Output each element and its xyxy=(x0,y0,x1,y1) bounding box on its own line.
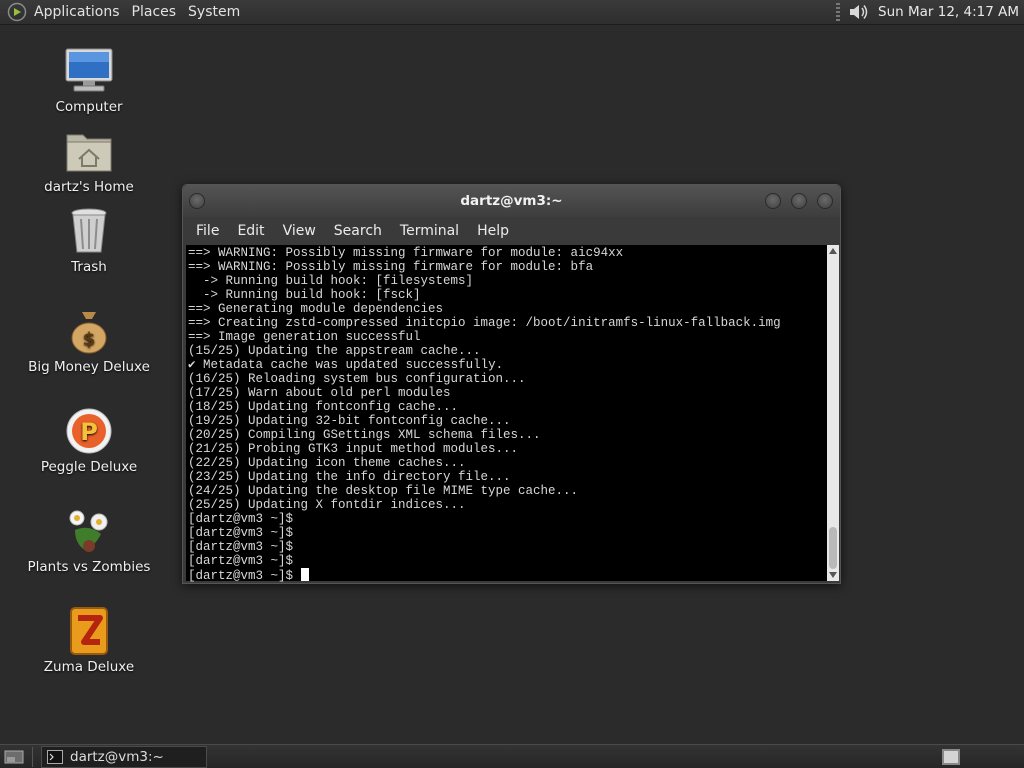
menu-terminal[interactable]: Terminal xyxy=(391,223,468,239)
output-line: ✔ Metadata cache was updated successfull… xyxy=(188,358,504,372)
output-line: ==> Generating module dependencies xyxy=(188,302,444,316)
home-folder-icon xyxy=(63,125,115,177)
text-cursor xyxy=(301,568,310,581)
desktop-icon-home[interactable]: dartz's Home xyxy=(19,125,159,195)
gnome-foot-icon[interactable] xyxy=(6,1,28,23)
peggle-icon: P xyxy=(63,405,115,457)
taskbar-terminal-button[interactable]: dartz@vm3:~ xyxy=(41,745,207,768)
desktop-icon-peggle[interactable]: P Peggle Deluxe xyxy=(19,405,159,475)
panel-tray: Sun Mar 12, 4:17 AM xyxy=(836,0,1024,25)
desktop-icon-label: Big Money Deluxe xyxy=(28,359,150,375)
desktop-icon-label: Zuma Deluxe xyxy=(43,659,135,675)
applications-menu[interactable]: Applications xyxy=(28,0,126,25)
desktop-icon-plants-vs-zombies[interactable]: Plants vs Zombies xyxy=(19,505,159,575)
output-line: -> Running build hook: [fsck] xyxy=(188,288,421,302)
maximize-button[interactable] xyxy=(791,193,807,209)
output-line: [dartz@vm3 ~]$ xyxy=(188,512,294,526)
scroll-up-arrow-icon[interactable] xyxy=(827,245,839,257)
desktop-icon-computer[interactable]: Computer xyxy=(19,45,159,115)
terminal-menubar: File Edit View Search Terminal Help xyxy=(183,217,840,245)
output-line: (25/25) Updating X fontdir indices... xyxy=(188,498,466,512)
output-line: ==> Creating zstd-compressed initcpio im… xyxy=(188,316,781,330)
window-menu-button[interactable] xyxy=(189,193,205,209)
desktop-icon-big-money[interactable]: $ Big Money Deluxe xyxy=(19,305,159,375)
desktop-icon-label: Computer xyxy=(55,99,123,115)
close-button[interactable] xyxy=(817,193,833,209)
trash-icon xyxy=(63,205,115,257)
menu-search[interactable]: Search xyxy=(325,223,391,239)
output-line: (24/25) Updating the desktop file MIME t… xyxy=(188,484,579,498)
computer-icon xyxy=(63,45,115,97)
panel-separator xyxy=(32,746,33,767)
desktop-icon-label: Trash xyxy=(71,259,107,275)
output-line: (15/25) Updating the appstream cache... xyxy=(188,344,481,358)
output-line: ==> WARNING: Possibly missing firmware f… xyxy=(188,260,594,274)
desktop-icon-label: Peggle Deluxe xyxy=(40,459,138,475)
output-line: (17/25) Warn about old perl modules xyxy=(188,386,451,400)
output-line: (19/25) Updating 32-bit fontconfig cache… xyxy=(188,414,511,428)
output-line: (23/25) Updating the info directory file… xyxy=(188,470,511,484)
taskbar-button-label: dartz@vm3:~ xyxy=(70,748,164,765)
prompt-line: [dartz@vm3 ~]$ xyxy=(188,569,294,583)
minimize-button[interactable] xyxy=(765,193,781,209)
terminal-text: ==> WARNING: Possibly missing firmware f… xyxy=(188,246,781,583)
window-title: dartz@vm3:~ xyxy=(460,193,563,209)
menu-edit[interactable]: Edit xyxy=(228,223,273,239)
desktop-icon-label: Plants vs Zombies xyxy=(27,559,151,575)
output-line: (16/25) Reloading system bus configurati… xyxy=(188,372,526,386)
bottom-panel: dartz@vm3:~ xyxy=(0,744,1024,768)
menu-help[interactable]: Help xyxy=(468,223,518,239)
top-panel: Applications Places System Sun Mar 12, 4… xyxy=(0,0,1024,25)
menu-view[interactable]: View xyxy=(274,223,325,239)
terminal-window: dartz@vm3:~ File Edit View Search Termin… xyxy=(182,184,841,584)
output-line: ==> WARNING: Possibly missing firmware f… xyxy=(188,246,624,260)
desktop-icon-trash[interactable]: Trash xyxy=(19,205,159,275)
system-menu[interactable]: System xyxy=(182,0,246,25)
output-line: -> Running build hook: [filesystems] xyxy=(188,274,474,288)
output-line: [dartz@vm3 ~]$ xyxy=(188,526,294,540)
plants-vs-zombies-icon xyxy=(63,505,115,557)
desktop-icon-zuma[interactable]: Zuma Deluxe xyxy=(19,605,159,675)
output-line: (22/25) Updating icon theme caches... xyxy=(188,456,466,470)
output-line: [dartz@vm3 ~]$ xyxy=(188,554,294,568)
output-line: [dartz@vm3 ~]$ xyxy=(188,540,294,554)
terminal-output[interactable]: ==> WARNING: Possibly missing firmware f… xyxy=(186,245,827,583)
show-desktop-icon[interactable] xyxy=(2,746,26,768)
terminal-icon xyxy=(47,749,63,764)
svg-text:P: P xyxy=(80,418,98,446)
output-line: (20/25) Compiling GSettings XML schema f… xyxy=(188,428,541,442)
places-menu[interactable]: Places xyxy=(126,0,183,25)
panel-drag-handle[interactable] xyxy=(836,3,840,21)
clock[interactable]: Sun Mar 12, 4:17 AM xyxy=(878,4,1024,20)
output-line: (18/25) Updating fontconfig cache... xyxy=(188,400,459,414)
scrollbar-thumb[interactable] xyxy=(829,527,837,569)
desktop-icon-label: dartz's Home xyxy=(44,179,134,195)
volume-icon[interactable] xyxy=(848,1,870,23)
workspace-switcher[interactable] xyxy=(942,748,960,765)
scroll-down-arrow-icon[interactable] xyxy=(827,569,839,581)
svg-text:$: $ xyxy=(83,329,96,350)
money-bag-icon: $ xyxy=(63,305,115,357)
output-line: ==> Image generation successful xyxy=(188,330,421,344)
output-line: (21/25) Probing GTK3 input method module… xyxy=(188,442,519,456)
zuma-icon xyxy=(63,605,115,657)
window-titlebar[interactable]: dartz@vm3:~ xyxy=(183,185,840,217)
vertical-scrollbar[interactable] xyxy=(827,245,839,581)
menu-file[interactable]: File xyxy=(187,223,228,239)
